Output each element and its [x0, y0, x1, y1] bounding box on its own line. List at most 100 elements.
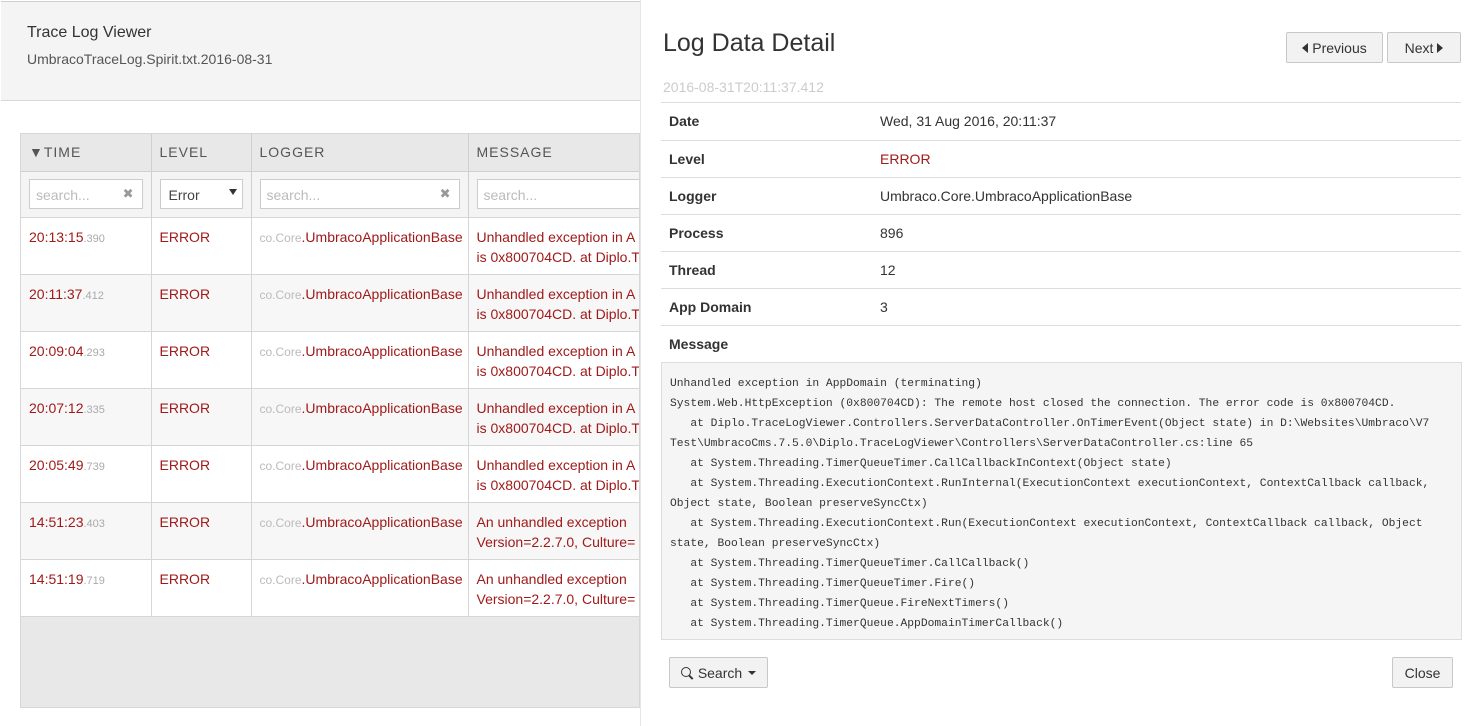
log-file-name: UmbracoTraceLog.Spirit.txt.2016-08-31	[27, 51, 273, 67]
clear-icon[interactable]: ✖	[440, 186, 451, 202]
detail-row-process: Process 896	[661, 214, 1461, 252]
message-body: Unhandled exception in AppDomain (termin…	[661, 362, 1462, 640]
logger-namespace: co.Core	[259, 344, 302, 359]
app-title: Trace Log Viewer	[27, 24, 152, 41]
time-cell: 20:07:12.335	[21, 388, 152, 446]
table-row[interactable]: 20:07:12.335 ERROR co.Core.UmbracoApplicat…	[21, 388, 640, 446]
time-cell: 20:11:37.412	[21, 274, 152, 332]
log-detail-panel: Log Data Detail Previous Next 2016-08-31…	[640, 0, 1475, 726]
detail-key: Level	[661, 140, 872, 178]
column-header-logger[interactable]: LOGGER	[251, 134, 469, 172]
previous-button[interactable]: Previous	[1286, 32, 1383, 63]
column-header-message[interactable]: MESSAGE	[468, 134, 639, 172]
next-button[interactable]: Next	[1387, 32, 1461, 63]
detail-row-date: Date Wed, 31 Aug 2016, 20:11:37	[661, 103, 1461, 141]
logger-namespace: co.Core	[259, 458, 302, 473]
time-milliseconds: .412	[82, 289, 104, 302]
time-filter-input[interactable]: search... ✖	[29, 179, 143, 209]
logger-class: .UmbracoApplicationBase	[301, 456, 463, 473]
detail-value: 12	[872, 251, 1461, 289]
logger-cell: co.Core.UmbracoApplicationBase	[251, 502, 469, 560]
column-header-time[interactable]: ▼TIME	[21, 134, 152, 172]
level-cell: ERROR	[151, 502, 252, 560]
message-cell: Unhandled exception in A is 0x800704CD. a…	[468, 445, 640, 503]
message-line: is 0x800704CD. at Diplo.T	[476, 362, 640, 379]
logger-namespace: co.Core	[259, 287, 302, 302]
time-milliseconds: .335	[83, 403, 105, 416]
detail-key: App Domain	[661, 288, 872, 326]
detail-key: Logger	[661, 177, 872, 215]
message-cell: Unhandled exception in A is 0x800704CD. a…	[468, 388, 640, 446]
logger-class: .UmbracoApplicationBase	[301, 570, 463, 587]
message-line: Unhandled exception in A	[476, 285, 636, 302]
clear-icon[interactable]: ✖	[123, 186, 134, 202]
detail-row-logger: Logger Umbraco.Core.UmbracoApplicationBa…	[661, 177, 1461, 215]
detail-row-level: Level ERROR	[661, 140, 1461, 178]
search-icon	[680, 666, 691, 677]
detail-row-thread: Thread 12	[661, 251, 1461, 289]
level-cell: ERROR	[151, 331, 252, 389]
message-cell: An unhandled exception Version=2.2.7.0, C…	[468, 502, 639, 560]
detail-table: Date Wed, 31 Aug 2016, 20:11:37 Level ER…	[661, 103, 1461, 362]
detail-row-message: Message	[661, 325, 1461, 362]
time-cell: 14:51:23.403	[21, 502, 152, 560]
entry-timestamp: 2016-08-31T20:11:37.412	[663, 79, 824, 95]
message-line: Version=2.2.7.0, Culture=	[476, 533, 636, 550]
detail-value: 3	[872, 288, 1461, 326]
log-table: ▼TIME LEVEL LOGGER MESSAGE search... ✖ E…	[21, 134, 640, 617]
search-label: Search	[697, 664, 743, 681]
time-cell: 14:51:19.719	[21, 559, 152, 617]
message-line: is 0x800704CD. at Diplo.T	[476, 419, 640, 436]
level-cell: ERROR	[151, 445, 252, 503]
time-value: 20:11:37	[29, 285, 83, 302]
table-row[interactable]: 20:05:49.739 ERROR co.Core.UmbracoApplicat…	[21, 445, 640, 503]
message-line: An unhandled exception	[476, 570, 627, 587]
table-row[interactable]: 20:13:15.390 ERROR co.Core.UmbracoApplicat…	[21, 217, 640, 275]
dropdown-caret-icon	[228, 189, 237, 195]
logger-filter-placeholder: search...	[266, 187, 321, 203]
caret-right-icon	[1437, 42, 1444, 53]
detail-value: Umbraco.Core.UmbracoApplicationBase	[872, 177, 1461, 215]
time-value: 20:05:49	[29, 456, 84, 473]
message-filter-input[interactable]: search...	[476, 179, 639, 209]
logger-cell: co.Core.UmbracoApplicationBase	[251, 388, 469, 446]
table-row[interactable]: 20:11:37.412 ERROR co.Core.UmbracoApplicat…	[21, 274, 640, 332]
time-milliseconds: .719	[83, 574, 105, 587]
time-milliseconds: .390	[83, 232, 105, 245]
message-line: Unhandled exception in A	[476, 342, 636, 359]
search-dropdown-button[interactable]: Search	[669, 657, 768, 688]
table-row[interactable]: 14:51:23.403 ERROR co.Core.UmbracoApplicat…	[21, 502, 639, 560]
next-label: Next	[1404, 39, 1434, 56]
level-cell: ERROR	[151, 217, 252, 275]
detail-value: Wed, 31 Aug 2016, 20:11:37	[872, 103, 1461, 141]
message-line: Unhandled exception in A	[476, 456, 636, 473]
table-row[interactable]: 20:09:04.293 ERROR co.Core.UmbracoApplicat…	[21, 331, 640, 389]
message-cell: An unhandled exception Version=2.2.7.0, C…	[468, 559, 639, 617]
message-line: Unhandled exception in A	[476, 399, 636, 416]
level-cell: ERROR	[151, 559, 252, 617]
panel-title: Log Data Detail	[663, 29, 836, 57]
detail-value: ERROR	[872, 140, 1461, 178]
message-line: is 0x800704CD. at Diplo.T	[476, 305, 640, 322]
log-grid: ▼TIME LEVEL LOGGER MESSAGE search... ✖ E…	[20, 133, 640, 708]
previous-label: Previous	[1312, 39, 1367, 56]
message-line: is 0x800704CD. at Diplo.T	[476, 476, 640, 493]
table-row[interactable]: 14:51:19.719 ERROR co.Core.UmbracoApplicat…	[21, 559, 639, 617]
logger-filter-input[interactable]: search... ✖	[259, 179, 460, 209]
time-value: 20:09:04	[29, 342, 84, 359]
message-line: Version=2.2.7.0, Culture=	[476, 590, 636, 607]
level-filter-select[interactable]: Error	[159, 179, 243, 209]
detail-row-app-domain: App Domain 3	[661, 288, 1461, 326]
detail-key: Date	[661, 103, 872, 141]
message-cell: Unhandled exception in A is 0x800704CD. a…	[468, 217, 640, 275]
logger-namespace: co.Core	[259, 401, 302, 416]
time-cell: 20:13:15.390	[21, 217, 152, 275]
column-header-level[interactable]: LEVEL	[151, 134, 252, 172]
logger-namespace: co.Core	[259, 572, 302, 587]
logger-namespace: co.Core	[259, 515, 302, 530]
close-button[interactable]: Close	[1392, 657, 1453, 688]
message-line: is 0x800704CD. at Diplo.T	[476, 248, 640, 265]
logger-cell: co.Core.UmbracoApplicationBase	[251, 559, 469, 617]
time-cell: 20:09:04.293	[21, 331, 152, 389]
time-value: 14:51:19	[29, 570, 84, 587]
